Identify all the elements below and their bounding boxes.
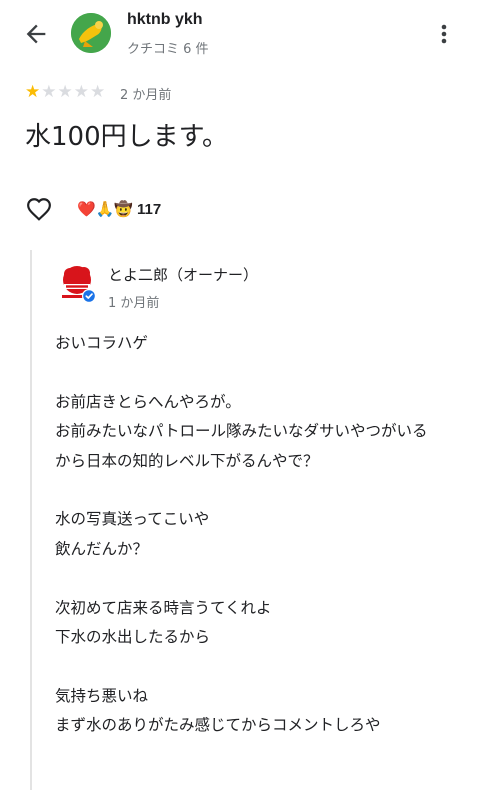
user-review-count: クチコミ 6 件 — [127, 42, 209, 57]
review-time: 2 か月前 — [120, 88, 172, 103]
arrow-back-icon[interactable] — [22, 20, 50, 48]
star-empty-icon: ★ — [57, 82, 73, 102]
owner-reply-text: おいコラハゲ お前店きとらへんやろが。 お前みたいなパトロール隊みたいなダサいや… — [55, 334, 428, 735]
user-name[interactable]: hktnb ykh — [127, 11, 203, 29]
star-empty-icon: ★ — [73, 82, 89, 102]
top-bar: hktnb ykh クチコミ 6 件 — [0, 0, 485, 70]
owner-reply-time: 1 か月前 — [108, 296, 160, 311]
heart-outline-icon[interactable] — [26, 197, 52, 221]
reaction-summary[interactable]: ❤️🙏🤠 117 — [77, 199, 161, 219]
review-text: 水100円します。 — [25, 122, 229, 152]
star-empty-icon: ★ — [41, 82, 57, 102]
owner-name: とよ二郎（オーナー） — [108, 266, 259, 284]
more-vert-icon[interactable] — [434, 20, 454, 48]
star-rating: ★ ★ ★ ★ ★ — [25, 83, 106, 101]
reaction-count: 117 — [137, 200, 162, 218]
owner-avatar[interactable] — [58, 263, 96, 303]
owner-reply-divider — [30, 250, 32, 790]
owner-logo-image — [62, 266, 96, 303]
reaction-emojis: ❤️🙏🤠 — [77, 200, 134, 218]
verified-check-icon — [83, 290, 95, 302]
user-avatar-image — [71, 13, 111, 53]
star-filled-icon: ★ — [25, 82, 41, 102]
star-empty-icon: ★ — [90, 82, 106, 102]
user-avatar[interactable] — [71, 13, 111, 53]
